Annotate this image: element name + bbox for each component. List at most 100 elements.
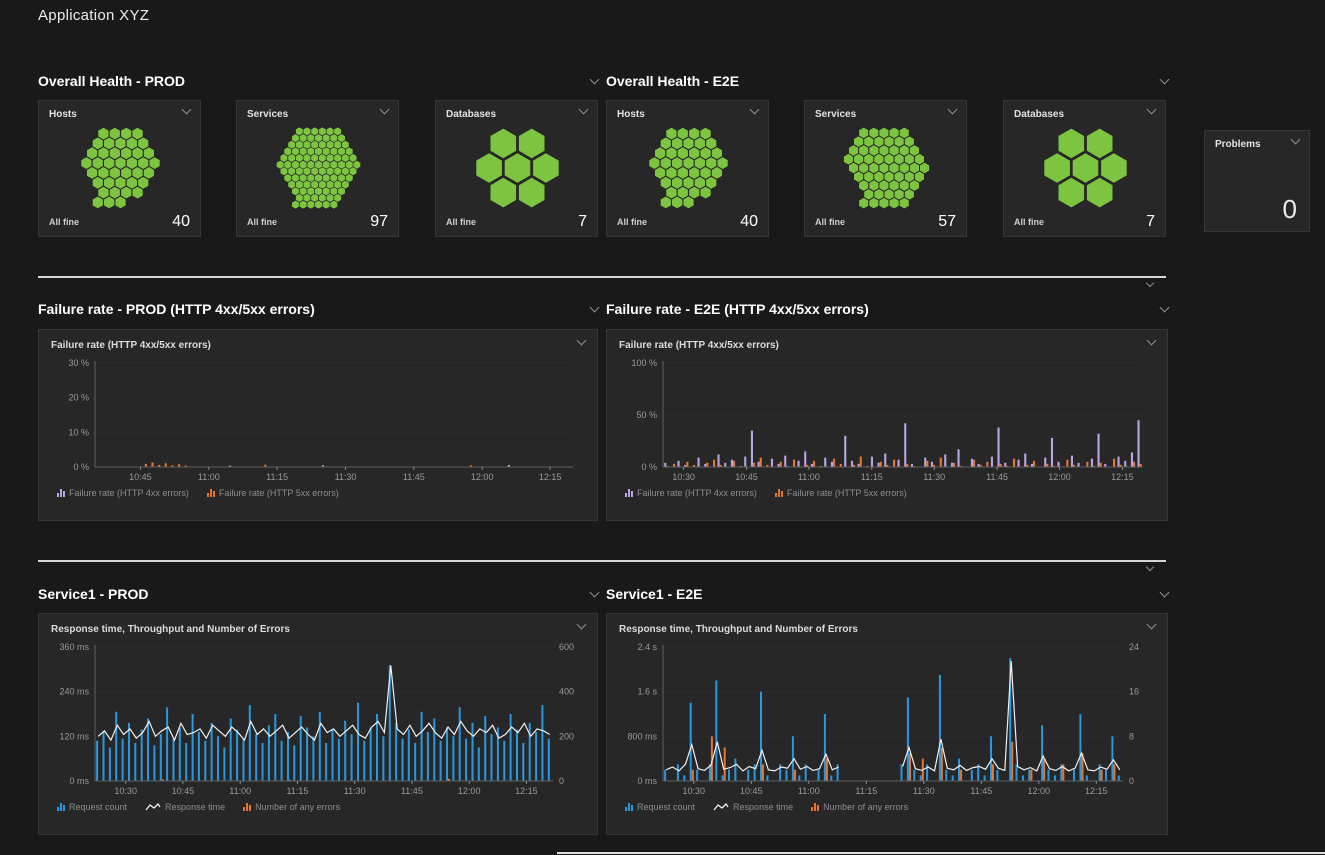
status-label: All fine — [815, 217, 845, 227]
tile-label: Databases — [446, 109, 496, 120]
status-label: All fine — [446, 217, 476, 227]
entity-count: 7 — [578, 213, 587, 231]
status-label: All fine — [247, 217, 277, 227]
chevron-down-icon[interactable] — [948, 105, 958, 115]
svg-text:10:30: 10:30 — [683, 786, 706, 796]
svg-text:400: 400 — [559, 687, 574, 697]
health-tile-services-e2e[interactable]: Services All fine 57 — [804, 100, 967, 237]
svg-text:0: 0 — [559, 776, 564, 786]
hexagon-cluster — [1014, 127, 1157, 209]
chevron-down-icon[interactable] — [1291, 135, 1301, 145]
svg-text:10:30: 10:30 — [672, 472, 695, 482]
hexagon-cluster — [247, 127, 390, 209]
service-prod-chart-tile[interactable]: Response time, Throughput and Number of … — [38, 613, 598, 835]
section-title: Failure rate - PROD (HTTP 4xx/5xx errors… — [38, 301, 315, 317]
svg-text:0 %: 0 % — [641, 462, 657, 472]
legend-item[interactable]: Failure rate (HTTP 5xx errors) — [207, 488, 339, 498]
svg-text:2.4 s: 2.4 s — [637, 642, 657, 652]
bars-icon — [57, 489, 65, 497]
svg-text:11:30: 11:30 — [335, 472, 357, 482]
chart-legend: Request count Response time Number of any … — [619, 802, 1155, 812]
section-header-service-e2e: Service1 - E2E — [606, 585, 1168, 603]
chevron-down-icon[interactable] — [1147, 336, 1157, 346]
status-label: All fine — [617, 217, 647, 227]
chevron-down-icon[interactable] — [577, 620, 587, 630]
svg-text:11:15: 11:15 — [861, 472, 883, 482]
chevron-down-icon[interactable] — [590, 75, 600, 85]
section-header-failure-e2e: Failure rate - E2E (HTTP 4xx/5xx errors) — [606, 300, 1168, 318]
chart-title: Failure rate (HTTP 4xx/5xx errors) — [51, 340, 211, 351]
chevron-down-icon[interactable] — [380, 105, 390, 115]
section-header-health-e2e: Overall Health - E2E — [606, 72, 1168, 90]
failure-rate-e2e-chart[interactable]: 0 %50 %100 %10:3010:4511:0011:1511:3011:… — [619, 355, 1157, 485]
legend-label: Response time — [165, 802, 225, 812]
bars-icon — [57, 803, 65, 811]
chevron-down-icon[interactable] — [590, 303, 600, 313]
chart-title: Response time, Throughput and Number of … — [51, 624, 290, 635]
chevron-down-icon[interactable] — [577, 336, 587, 346]
chevron-down-icon[interactable] — [1160, 303, 1170, 313]
service-e2e-chart-tile[interactable]: Response time, Throughput and Number of … — [606, 613, 1168, 835]
chevron-down-icon[interactable] — [1147, 620, 1157, 630]
legend-item[interactable]: Response time — [713, 802, 793, 812]
tile-label: Problems — [1215, 139, 1261, 150]
chevron-down-icon[interactable] — [1160, 588, 1170, 598]
legend-item[interactable]: Failure rate (HTTP 5xx errors) — [775, 488, 907, 498]
legend-item[interactable]: Request count — [57, 802, 127, 812]
legend-label: Failure rate (HTTP 5xx errors) — [787, 488, 907, 498]
chart-title: Failure rate (HTTP 4xx/5xx errors) — [619, 340, 779, 351]
chart-legend: Failure rate (HTTP 4xx errors) Failure ra… — [51, 488, 585, 498]
svg-text:11:45: 11:45 — [986, 472, 1008, 482]
chevron-down-icon[interactable] — [590, 588, 600, 598]
health-tile-hosts-prod[interactable]: Hosts All fine 40 — [38, 100, 201, 237]
legend-item[interactable]: Response time — [145, 802, 225, 812]
svg-text:11:00: 11:00 — [229, 786, 251, 796]
health-tile-hosts-e2e[interactable]: Hosts All fine 40 — [606, 100, 769, 237]
svg-text:8: 8 — [1129, 731, 1134, 741]
section-header-service-prod: Service1 - PROD — [38, 585, 598, 603]
hexagon-cluster — [49, 127, 192, 209]
legend-label: Response time — [733, 802, 793, 812]
health-tile-databases-prod[interactable]: Databases All fine 7 — [435, 100, 598, 237]
svg-text:12:15: 12:15 — [539, 472, 562, 482]
chevron-down-icon[interactable] — [750, 105, 760, 115]
line-icon — [713, 802, 729, 812]
failure-rate-prod-chart-tile[interactable]: Failure rate (HTTP 4xx/5xx errors) 0 %10… — [38, 329, 598, 521]
legend-label: Failure rate (HTTP 4xx errors) — [637, 488, 757, 498]
legend-item[interactable]: Failure rate (HTTP 4xx errors) — [57, 488, 189, 498]
problems-count: 0 — [1283, 194, 1297, 225]
svg-text:12:15: 12:15 — [1085, 786, 1108, 796]
entity-count: 97 — [370, 213, 388, 231]
entity-count: 7 — [1146, 213, 1155, 231]
svg-text:1.6 s: 1.6 s — [637, 687, 657, 697]
chevron-down-icon[interactable] — [1146, 279, 1154, 287]
chart-legend: Request count Response time Number of any … — [51, 802, 585, 812]
health-tile-databases-e2e[interactable]: Databases All fine 7 — [1003, 100, 1166, 237]
failure-rate-prod-chart[interactable]: 0 %10 %20 %30 %10:4511:0011:1511:3011:45… — [51, 355, 587, 485]
tile-label: Services — [815, 109, 856, 120]
chevron-down-icon[interactable] — [182, 105, 192, 115]
section-header-failure-prod: Failure rate - PROD (HTTP 4xx/5xx errors… — [38, 300, 598, 318]
legend-item[interactable]: Number of any errors — [811, 802, 908, 812]
bars-icon — [625, 489, 633, 497]
tile-label: Hosts — [49, 109, 77, 120]
status-label: All fine — [49, 217, 79, 227]
chart-legend: Failure rate (HTTP 4xx errors) Failure ra… — [619, 488, 1155, 498]
chevron-down-icon[interactable] — [579, 105, 589, 115]
legend-item[interactable]: Request count — [625, 802, 695, 812]
legend-item[interactable]: Failure rate (HTTP 4xx errors) — [625, 488, 757, 498]
svg-text:10 %: 10 % — [68, 427, 89, 437]
svg-text:12:00: 12:00 — [1028, 786, 1051, 796]
divider — [38, 276, 1166, 278]
svg-text:11:45: 11:45 — [970, 786, 992, 796]
health-tile-services-prod[interactable]: Services All fine 97 — [236, 100, 399, 237]
failure-rate-e2e-chart-tile[interactable]: Failure rate (HTTP 4xx/5xx errors) 0 %50… — [606, 329, 1168, 521]
legend-item[interactable]: Number of any errors — [243, 802, 340, 812]
service-e2e-chart[interactable]: 0 ms800 ms1.6 s2.4 s08162410:3010:4511:0… — [619, 639, 1157, 799]
problems-tile[interactable]: Problems 0 — [1204, 130, 1310, 232]
chevron-down-icon[interactable] — [1146, 563, 1154, 571]
service-prod-chart[interactable]: 0 ms120 ms240 ms360 ms020040060010:3010:… — [51, 639, 587, 799]
svg-text:360 ms: 360 ms — [59, 642, 89, 652]
chevron-down-icon[interactable] — [1147, 105, 1157, 115]
chevron-down-icon[interactable] — [1160, 75, 1170, 85]
